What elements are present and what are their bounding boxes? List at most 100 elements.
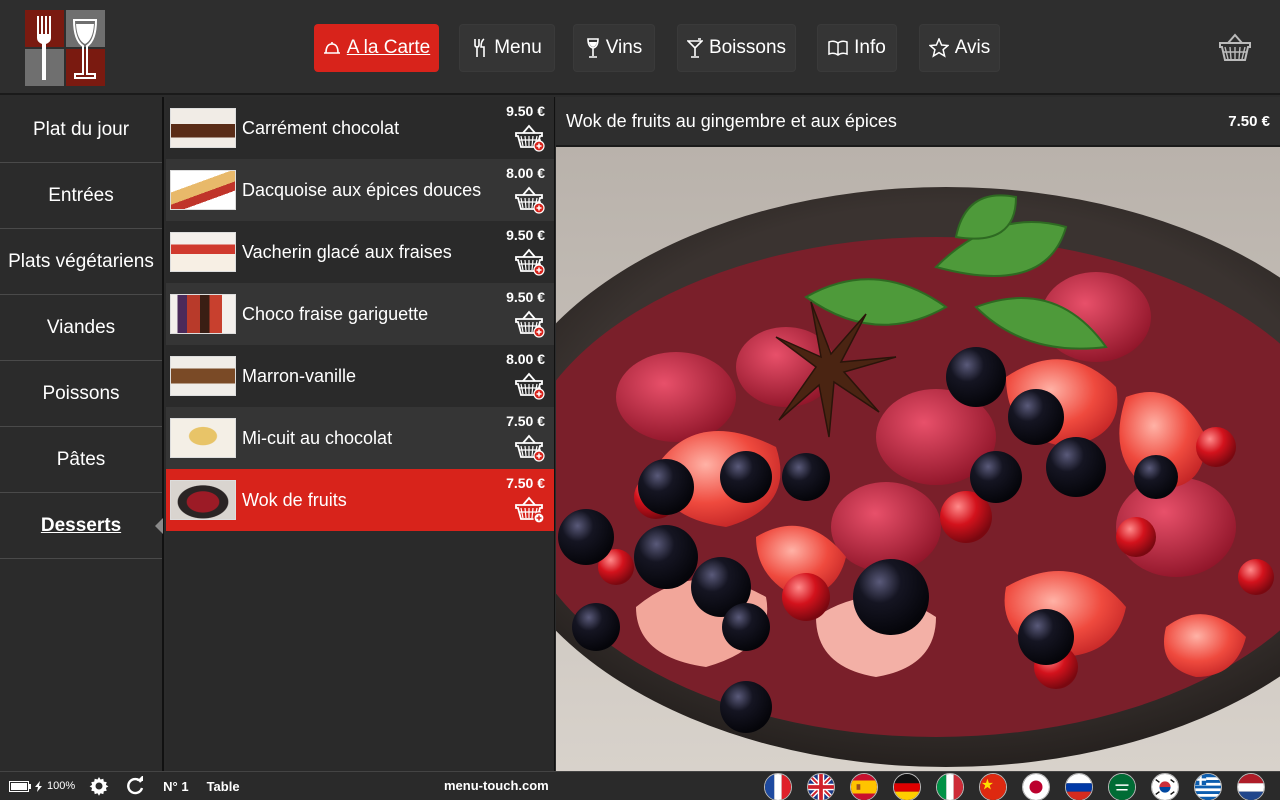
flag-ja-icon[interactable]: [1022, 773, 1050, 800]
list-item[interactable]: Mi-cuit au chocolat 7.50 €: [166, 407, 554, 469]
add-to-basket-icon[interactable]: [515, 186, 545, 214]
cocktail-icon: [686, 38, 703, 58]
product-price: 9.50 €: [506, 227, 545, 243]
detail-title: Wok de fruits au gingembre et aux épices: [566, 110, 897, 131]
flag-it-icon[interactable]: [936, 773, 964, 800]
tab-info[interactable]: Info: [817, 24, 897, 72]
tab-info-label: Info: [854, 37, 886, 58]
product-name: Wok de fruits: [242, 489, 347, 510]
selected-caret-icon: [155, 518, 163, 534]
tab-boissons-label: Boissons: [708, 37, 787, 58]
add-to-basket-icon[interactable]: [515, 248, 545, 276]
flag-en-icon[interactable]: [807, 773, 835, 800]
tab-avis-label: Avis: [954, 37, 991, 58]
refresh-icon[interactable]: [125, 776, 145, 796]
fruit-bowl-image: [556, 147, 1280, 771]
tab-menu[interactable]: Menu: [459, 24, 555, 72]
sidebar-item-desserts[interactable]: Desserts: [0, 493, 163, 559]
product-thumbnail: [170, 356, 236, 396]
tab-a-la-carte[interactable]: A la Carte: [314, 24, 439, 72]
list-item[interactable]: Carrément chocolat 9.50 €: [166, 97, 554, 159]
status-bar: 100% N° 1 Table menu-touch.com: [0, 771, 1280, 800]
product-thumbnail: [170, 480, 236, 520]
add-to-basket-icon[interactable]: [515, 124, 545, 152]
sidebar-item-viandes[interactable]: Viandes: [0, 295, 162, 361]
basket-icon[interactable]: [1218, 33, 1252, 63]
product-price: 9.50 €: [506, 289, 545, 305]
list-item[interactable]: Vacherin glacé aux fraises 9.50 €: [166, 221, 554, 283]
sidebar-item-label: Poissons: [42, 382, 120, 404]
detail-header: Wok de fruits au gingembre et aux épices…: [556, 97, 1280, 147]
product-thumbnail: [170, 294, 236, 334]
sidebar-item-label: Plats végétariens: [8, 250, 154, 272]
list-item-selected[interactable]: Wok de fruits 7.50 €: [166, 469, 554, 531]
wine-glass-icon: [586, 38, 599, 58]
star-icon: [928, 38, 949, 58]
product-name: Mi-cuit au chocolat: [242, 427, 393, 448]
tab-vins-label: Vins: [605, 37, 643, 58]
sidebar-item-label: Pâtes: [56, 448, 106, 470]
cloche-icon: [323, 42, 340, 54]
flag-el-icon[interactable]: [1194, 773, 1222, 800]
flag-nl-icon[interactable]: [1237, 773, 1265, 800]
tab-a-la-carte-label: A la Carte: [346, 37, 431, 58]
tab-menu-label: Menu: [494, 37, 542, 58]
product-list: Carrément chocolat 9.50 € Dacquoise aux …: [166, 97, 555, 771]
sidebar-item-label: Plat du jour: [32, 118, 130, 140]
flag-ko-icon[interactable]: [1151, 773, 1179, 800]
product-price: 7.50 €: [506, 475, 545, 491]
table-number: N° 1: [163, 778, 189, 794]
product-name: Vacherin glacé aux fraises: [242, 241, 452, 262]
flag-zh-icon[interactable]: [979, 773, 1007, 800]
cutlery-icon: [474, 38, 486, 57]
sidebar-item-entrees[interactable]: Entrées: [0, 163, 162, 229]
product-price: 8.00 €: [506, 165, 545, 181]
product-name: Marron-vanille: [242, 365, 357, 386]
sidebar-item-pates[interactable]: Pâtes: [0, 427, 162, 493]
product-price: 9.50 €: [506, 103, 545, 119]
battery-indicator: 100%: [9, 780, 75, 792]
tab-avis[interactable]: Avis: [919, 24, 1000, 72]
tab-boissons[interactable]: Boissons: [677, 24, 796, 72]
flag-de-icon[interactable]: [893, 773, 921, 800]
product-thumbnail: [170, 232, 236, 272]
product-name: Dacquoise aux épices douces: [242, 179, 482, 200]
product-thumbnail: [170, 108, 236, 148]
product-thumbnail: [170, 418, 236, 458]
top-navigation: A la Carte Menu Vins Boissons Info Avis: [0, 24, 1280, 72]
product-thumbnail: [170, 170, 236, 210]
gear-icon[interactable]: [89, 776, 109, 796]
sidebar-item-label: Viandes: [46, 316, 116, 338]
sidebar-item-plats-vegetariens[interactable]: Plats végétariens: [0, 229, 162, 295]
sidebar-item-plat-du-jour[interactable]: Plat du jour: [0, 97, 162, 163]
flag-ru-icon[interactable]: [1065, 773, 1093, 800]
product-photo[interactable]: [556, 147, 1280, 771]
book-icon: [828, 40, 848, 56]
add-to-basket-icon[interactable]: [515, 310, 545, 338]
add-to-basket-icon[interactable]: [515, 372, 545, 400]
product-name: Choco fraise gariguette: [242, 303, 429, 324]
detail-price: 7.50 €: [1228, 112, 1270, 130]
product-price: 7.50 €: [506, 413, 545, 429]
list-item[interactable]: Dacquoise aux épices douces 8.00 €: [166, 159, 554, 221]
sidebar-item-label: Desserts: [40, 514, 122, 536]
product-detail: Wok de fruits au gingembre et aux épices…: [556, 97, 1280, 771]
add-to-basket-icon[interactable]: [515, 496, 545, 524]
category-sidebar: Plat du jour Entrées Plats végétariens V…: [0, 97, 164, 771]
sidebar-item-poissons[interactable]: Poissons: [0, 361, 162, 427]
charging-bolt-icon: [35, 780, 42, 792]
flag-ar-icon[interactable]: [1108, 773, 1136, 800]
product-price: 8.00 €: [506, 351, 545, 367]
tab-vins[interactable]: Vins: [573, 24, 655, 72]
flag-es-icon[interactable]: [850, 773, 878, 800]
sidebar-item-label: Entrées: [48, 184, 114, 206]
list-item[interactable]: Choco fraise gariguette 9.50 €: [166, 283, 554, 345]
list-item[interactable]: Marron-vanille 8.00 €: [166, 345, 554, 407]
language-selector: [764, 773, 1265, 800]
table-label[interactable]: Table: [207, 779, 240, 794]
flag-fr-icon[interactable]: [764, 773, 792, 800]
product-name: Carrément chocolat: [242, 117, 400, 138]
battery-icon: [9, 780, 31, 792]
add-to-basket-icon[interactable]: [515, 434, 545, 462]
battery-percent: 100%: [47, 780, 76, 792]
